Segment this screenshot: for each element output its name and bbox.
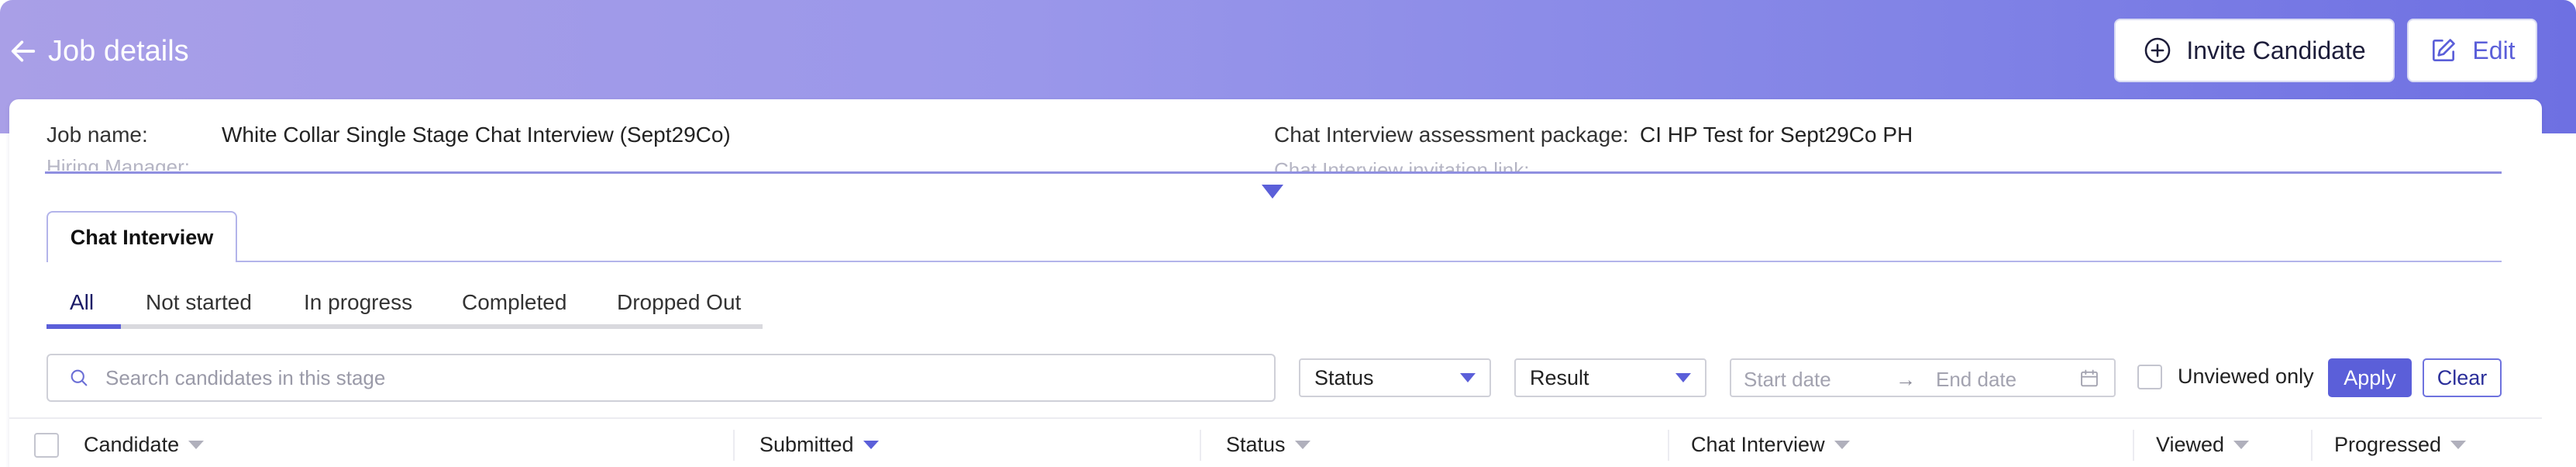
info-collapse-divider bbox=[45, 171, 2502, 174]
column-separator bbox=[733, 430, 735, 461]
subtab-all[interactable]: All bbox=[70, 279, 94, 326]
tab-chat-interview-label: Chat Interview bbox=[70, 225, 214, 249]
chevron-down-icon bbox=[1675, 373, 1691, 382]
column-header-status[interactable]: Status bbox=[1226, 433, 1310, 457]
search-box bbox=[46, 354, 1276, 402]
date-range-picker[interactable]: Start date → End date bbox=[1730, 358, 2116, 397]
job-name-label: Job name: bbox=[46, 123, 148, 147]
job-name-value: White Collar Single Stage Chat Interview… bbox=[222, 123, 731, 147]
column-label: Chat Interview bbox=[1691, 433, 1825, 456]
column-separator bbox=[2133, 430, 2134, 461]
column-label: Candidate bbox=[84, 433, 180, 456]
column-header-progressed[interactable]: Progressed bbox=[2334, 433, 2467, 457]
apply-button[interactable]: Apply bbox=[2328, 358, 2412, 397]
subtab-not-started[interactable]: Not started bbox=[146, 279, 252, 326]
calendar-icon[interactable] bbox=[2078, 368, 2100, 389]
select-all-checkbox[interactable] bbox=[34, 433, 59, 458]
back-arrow-icon[interactable] bbox=[8, 36, 39, 67]
sort-arrow-icon bbox=[2233, 441, 2250, 449]
search-input[interactable] bbox=[105, 365, 1190, 390]
search-icon bbox=[71, 369, 88, 386]
status-select-value: Status bbox=[1314, 365, 1374, 389]
clear-label: Clear bbox=[2437, 365, 2488, 389]
result-select-value: Result bbox=[1530, 365, 1589, 389]
clear-button[interactable]: Clear bbox=[2423, 358, 2502, 397]
column-header-viewed[interactable]: Viewed bbox=[2156, 433, 2250, 457]
chevron-down-icon bbox=[1460, 373, 1476, 382]
column-header-submitted[interactable]: Submitted bbox=[759, 433, 879, 457]
hiring-manager-label: Hiring Manager: bbox=[46, 155, 190, 171]
unviewed-only-label: Unviewed only bbox=[2178, 365, 2314, 388]
invite-candidate-label: Invite Candidate bbox=[2186, 36, 2366, 64]
subtab-dropped-out[interactable]: Dropped Out bbox=[617, 279, 741, 326]
back-title-group: Job details bbox=[8, 28, 189, 74]
status-select[interactable]: Status bbox=[1299, 358, 1491, 397]
column-separator bbox=[1668, 430, 1669, 461]
column-separator bbox=[2311, 430, 2313, 461]
chat-invitation-label: Chat Interview invitation link: bbox=[1274, 158, 1530, 171]
sort-arrow-icon bbox=[863, 441, 879, 449]
invite-candidate-button[interactable]: Invite Candidate bbox=[2114, 19, 2395, 82]
assessment-label: Chat Interview assessment package: bbox=[1274, 123, 1629, 147]
sort-arrow-icon bbox=[2450, 441, 2467, 449]
expand-caret-icon[interactable] bbox=[1262, 185, 1283, 199]
column-label: Progressed bbox=[2334, 433, 2442, 456]
apply-label: Apply bbox=[2344, 365, 2396, 389]
assessment-value: CI HP Test for Sept29Co PH bbox=[1640, 123, 1913, 147]
column-label: Status bbox=[1226, 433, 1286, 456]
end-date-input[interactable]: End date bbox=[1936, 368, 2016, 392]
tab-divider bbox=[237, 261, 2502, 262]
date-arrow-icon: → bbox=[1896, 368, 1916, 391]
sort-arrow-icon bbox=[1294, 441, 1310, 449]
page-title: Job details bbox=[48, 34, 189, 67]
edit-label: Edit bbox=[2472, 36, 2516, 64]
page-edge bbox=[2542, 133, 2576, 467]
column-header-candidate[interactable]: Candidate bbox=[84, 433, 205, 457]
edit-button[interactable]: Edit bbox=[2407, 19, 2537, 82]
plus-circle-icon bbox=[2145, 37, 2171, 64]
column-label: Submitted bbox=[759, 433, 854, 456]
start-date-input[interactable]: Start date bbox=[1744, 368, 1831, 392]
subtab-in-progress[interactable]: In progress bbox=[304, 279, 412, 326]
result-select[interactable]: Result bbox=[1514, 358, 1706, 397]
subtab-completed[interactable]: Completed bbox=[462, 279, 567, 326]
column-separator bbox=[1200, 430, 1201, 461]
sort-arrow-icon bbox=[1834, 441, 1850, 449]
edit-icon bbox=[2433, 39, 2456, 62]
unviewed-only-checkbox[interactable] bbox=[2137, 365, 2162, 389]
tab-chat-interview[interactable]: Chat Interview bbox=[46, 211, 237, 262]
column-header-chat-interview[interactable]: Chat Interview bbox=[1691, 433, 1850, 457]
column-label: Viewed bbox=[2156, 433, 2225, 456]
sort-arrow-icon bbox=[188, 441, 205, 449]
table-header: Candidate Submitted Status Chat Intervie… bbox=[9, 417, 2542, 467]
